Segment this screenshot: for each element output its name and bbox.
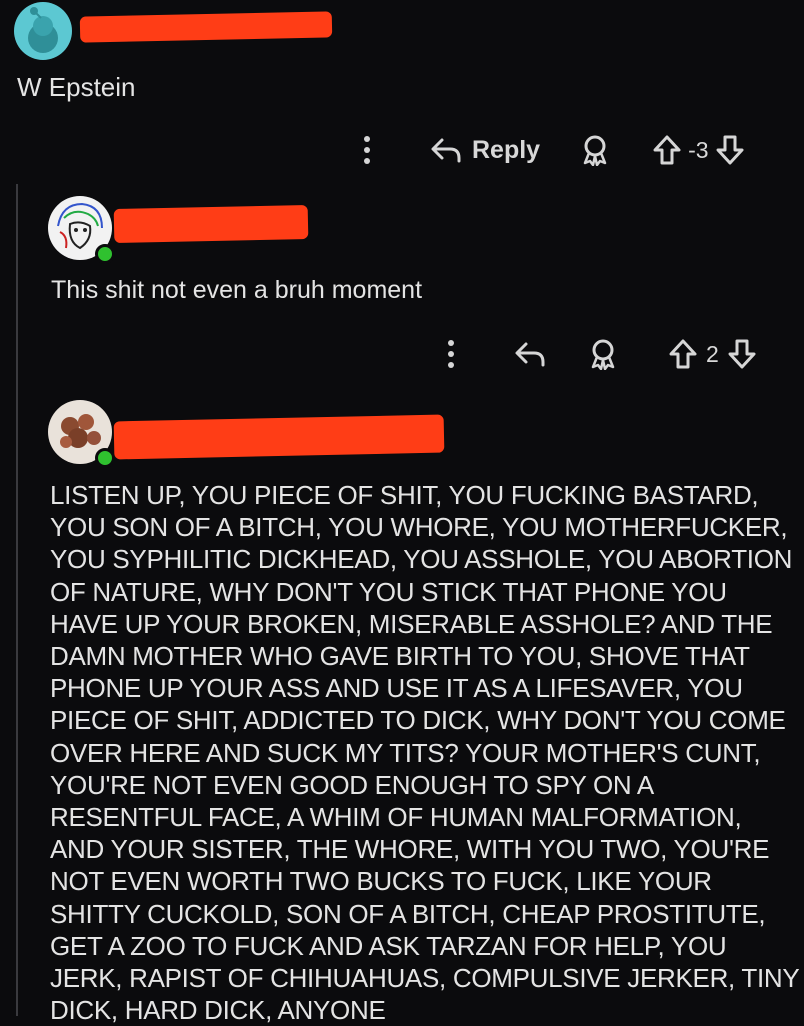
comment-actions: Reply -3 bbox=[352, 132, 745, 168]
avatar[interactable] bbox=[14, 2, 72, 60]
redacted-username bbox=[113, 204, 309, 244]
more-vertical-icon[interactable] bbox=[436, 339, 466, 369]
online-status-dot bbox=[95, 244, 115, 264]
upvote-icon[interactable] bbox=[652, 134, 682, 166]
downvote-icon[interactable] bbox=[715, 134, 745, 166]
reply-arrow-icon[interactable] bbox=[514, 340, 546, 368]
comment-body: This shit not even a bruh moment bbox=[51, 276, 423, 304]
redacted-username bbox=[79, 11, 333, 43]
comment-body: W Epstein bbox=[17, 72, 136, 102]
more-vertical-icon[interactable] bbox=[352, 135, 382, 165]
upvote-icon[interactable] bbox=[668, 338, 698, 370]
snoo-avatar-icon bbox=[28, 7, 58, 53]
comment-actions: 2 bbox=[436, 336, 757, 372]
vote-score: 2 bbox=[706, 340, 719, 367]
award-icon[interactable] bbox=[588, 338, 618, 370]
reply-arrow-icon bbox=[430, 136, 462, 164]
reply-button[interactable]: Reply bbox=[430, 136, 540, 165]
award-icon[interactable] bbox=[580, 134, 610, 166]
redacted-username bbox=[113, 414, 445, 460]
downvote-icon[interactable] bbox=[727, 338, 757, 370]
comment-body: LISTEN UP, YOU PIECE OF SHIT, YOU FUCKIN… bbox=[50, 480, 799, 1026]
online-status-dot bbox=[95, 448, 115, 468]
thread-line[interactable] bbox=[16, 184, 18, 1016]
vote-score: -3 bbox=[688, 136, 709, 163]
reply-label: Reply bbox=[472, 135, 541, 164]
